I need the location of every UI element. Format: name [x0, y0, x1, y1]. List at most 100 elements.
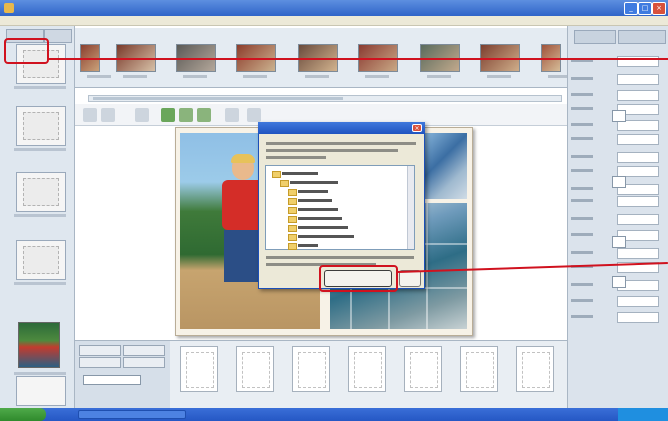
dialog-instructions	[266, 156, 326, 159]
properties-tab-2[interactable]	[618, 30, 666, 44]
folder-icon	[288, 243, 297, 250]
page-thumbnail-photo[interactable]	[18, 322, 60, 368]
layout-placeholder	[410, 352, 438, 388]
page-thumbnail[interactable]	[16, 376, 66, 406]
property-label	[571, 315, 593, 318]
start-button[interactable]	[0, 408, 46, 421]
layout-tab[interactable]	[79, 345, 121, 356]
layout-template[interactable]	[516, 346, 554, 392]
layout-tab[interactable]	[123, 357, 165, 368]
property-field[interactable]	[617, 196, 659, 207]
crop-icon[interactable]	[179, 108, 193, 122]
taskbar-item[interactable]	[78, 410, 186, 419]
zoom-icon[interactable]	[225, 108, 239, 122]
photo-frame-top-right[interactable]	[425, 133, 467, 199]
page-thumbnail[interactable]	[16, 172, 66, 212]
property-swatch[interactable]	[612, 110, 626, 122]
property-label	[571, 155, 593, 158]
dialog-close-icon[interactable]: ×	[412, 124, 422, 132]
folder-item[interactable]	[288, 197, 334, 205]
folder-item[interactable]	[288, 242, 320, 250]
property-swatch[interactable]	[612, 236, 626, 248]
property-label	[571, 123, 593, 126]
folder-item[interactable]	[280, 179, 340, 187]
folder-item[interactable]	[288, 188, 330, 196]
property-label	[571, 169, 593, 172]
close-icon[interactable]: ×	[652, 2, 666, 15]
highlight-box-ok-button	[319, 265, 398, 292]
property-row[interactable]	[571, 196, 663, 207]
property-field[interactable]	[617, 214, 659, 225]
layout-placeholder	[298, 352, 326, 388]
property-label	[571, 233, 593, 236]
pointer-icon[interactable]	[247, 108, 261, 122]
layout-template[interactable]	[292, 346, 330, 392]
folder-item[interactable]	[272, 170, 320, 178]
property-field[interactable]	[617, 152, 659, 163]
layout-count-field[interactable]	[83, 375, 141, 385]
folder-item[interactable]	[288, 224, 350, 232]
menu-bar	[0, 16, 668, 26]
folder-icon	[288, 198, 297, 205]
property-label	[571, 283, 593, 286]
page-thumbnail[interactable]	[16, 106, 66, 146]
property-row[interactable]	[571, 248, 663, 259]
dialog-note	[266, 256, 414, 259]
property-swatch[interactable]	[612, 276, 626, 288]
property-field[interactable]	[617, 312, 659, 323]
property-row[interactable]	[571, 214, 663, 225]
folder-name	[298, 208, 338, 211]
thumbnail-caption	[487, 75, 511, 78]
layout-template[interactable]	[236, 346, 274, 392]
property-label	[571, 77, 593, 80]
undo-icon[interactable]	[83, 108, 97, 122]
property-row[interactable]	[571, 296, 663, 307]
folder-name	[290, 181, 338, 184]
layout-tab[interactable]	[123, 345, 165, 356]
dialog-instructions	[266, 142, 416, 145]
folder-item[interactable]	[288, 233, 356, 241]
minimize-icon[interactable]: _	[624, 2, 638, 15]
folder-tree-scrollbar[interactable]	[407, 166, 414, 249]
folder-name	[282, 172, 318, 175]
property-field[interactable]	[617, 134, 659, 145]
layout-tab[interactable]	[79, 357, 121, 368]
layout-template[interactable]	[348, 346, 386, 392]
property-row[interactable]	[571, 134, 663, 145]
layout-template[interactable]	[404, 346, 442, 392]
thumbnail-caption	[123, 75, 147, 78]
property-field[interactable]	[617, 296, 659, 307]
callout-line	[49, 58, 668, 60]
property-field[interactable]	[617, 74, 659, 85]
property-field[interactable]	[617, 248, 659, 259]
property-row[interactable]	[571, 74, 663, 85]
redo-icon[interactable]	[101, 108, 115, 122]
folder-item[interactable]	[288, 215, 344, 223]
rotate-icon[interactable]	[135, 108, 149, 122]
thumbnail-caption	[243, 75, 267, 78]
property-label	[571, 107, 593, 110]
filmstrip-scrollbar[interactable]	[88, 95, 562, 102]
property-label	[571, 251, 593, 254]
image-icon[interactable]	[161, 108, 175, 122]
layout-template[interactable]	[460, 346, 498, 392]
property-row[interactable]	[571, 90, 663, 101]
folder-icon	[288, 207, 297, 214]
page-thumbnail[interactable]	[16, 240, 66, 280]
property-label	[571, 217, 593, 220]
property-row[interactable]	[571, 312, 663, 323]
layout-template[interactable]	[180, 346, 218, 392]
thumbnail-caption	[183, 75, 207, 78]
dialog-titlebar	[258, 122, 425, 134]
property-row[interactable]	[571, 166, 663, 177]
property-field[interactable]	[617, 90, 659, 101]
properties-tab[interactable]	[574, 30, 616, 44]
layout-placeholder	[522, 352, 550, 388]
folder-item[interactable]	[288, 206, 340, 214]
property-swatch[interactable]	[612, 176, 626, 188]
folder-name	[298, 244, 318, 247]
property-row[interactable]	[571, 152, 663, 163]
property-label	[571, 299, 593, 302]
maximize-icon[interactable]: □	[638, 2, 652, 15]
text-icon[interactable]	[197, 108, 211, 122]
